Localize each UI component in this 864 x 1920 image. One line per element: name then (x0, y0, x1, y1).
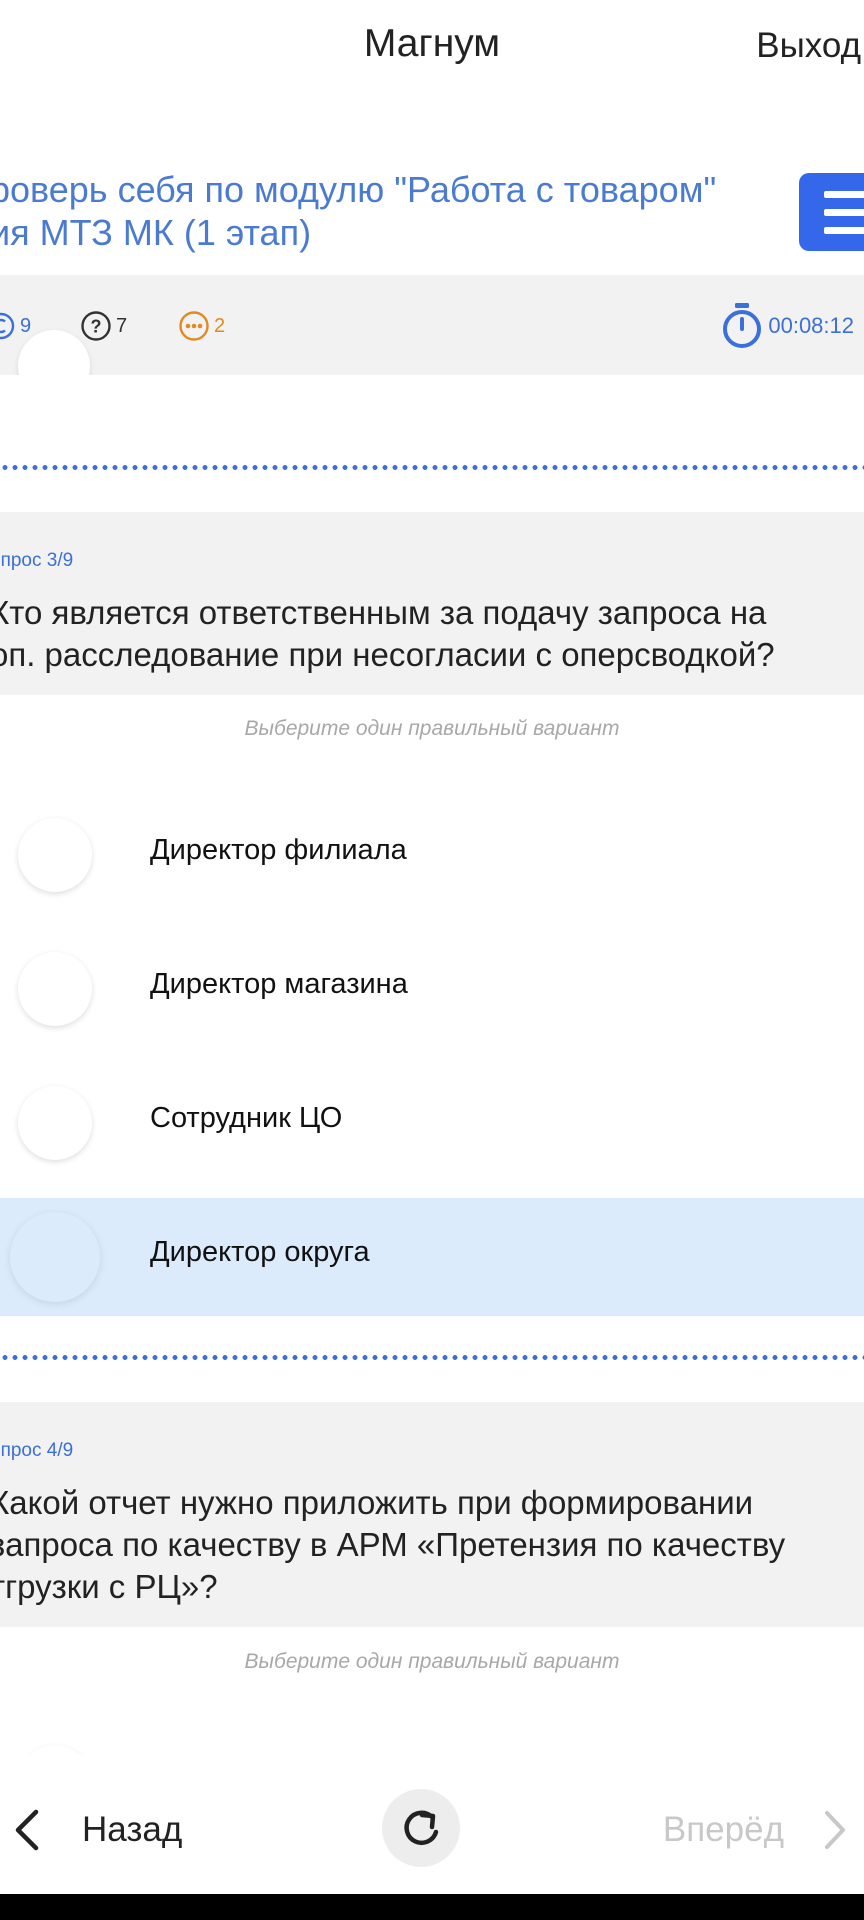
chevron-left-icon (15, 1809, 39, 1851)
chevron-right-icon (825, 1811, 845, 1849)
all-questions-count: 9 (20, 314, 32, 337)
timer: 00:08:12 (720, 303, 854, 349)
stat-all-questions[interactable]: 9 (0, 311, 31, 341)
menu-icon-bar (824, 227, 864, 234)
option-label: Директор округа (150, 1236, 370, 1268)
content-area (0, 375, 864, 465)
stat-skipped[interactable]: 2 (178, 311, 225, 341)
stats-bar: 9 ? 7 2 00:08:12 (0, 275, 864, 375)
all-questions-icon (0, 312, 15, 340)
option-label: Сотрудник ЦО (150, 1102, 343, 1134)
option-radio[interactable] (18, 952, 92, 1026)
unanswered-count: 7 (116, 314, 128, 337)
svg-text:?: ? (91, 317, 102, 337)
option-radio[interactable] (10, 1212, 100, 1302)
menu-icon-bar (824, 209, 864, 216)
answer-option[interactable]: Сотрудник ЦО (0, 1064, 864, 1182)
answer-option[interactable]: Директор филиала (0, 796, 864, 914)
refresh-button[interactable] (382, 1789, 460, 1867)
question-header: опрос 4/9 Какой отчет нужно приложить пр… (0, 1402, 864, 1627)
option-label: Директор магазина (150, 968, 408, 1000)
test-title-line-1: роверь себя по модулю "Работа с товаром" (0, 169, 717, 210)
question-number: опрос 3/9 (0, 550, 74, 571)
app-title: Магнум (363, 22, 501, 65)
question-mark-icon: ? (81, 311, 111, 341)
answer-option-selected[interactable]: Директор округа (0, 1198, 864, 1316)
question-header: опрос 3/9 Кто является ответственным за … (0, 512, 864, 695)
timer-value: 00:08:12 (768, 313, 854, 338)
option-label: Директор филиала (150, 834, 407, 866)
question-divider (0, 465, 864, 470)
back-label: Назад (82, 1810, 183, 1849)
answer-hint: Выберите один правильный вариант (244, 1650, 620, 1673)
question-number: опрос 4/9 (0, 1440, 74, 1461)
question-text-line: запроса по качеству в АРМ «Претензия по … (0, 1526, 786, 1563)
question-text: Какой отчет нужно приложить при формиров… (0, 1482, 864, 1608)
question-text-line: Кто является ответственным за подачу зап… (0, 594, 767, 631)
menu-button[interactable] (799, 173, 864, 251)
top-bar: Магнум Выход (0, 0, 864, 96)
system-navigation-bar (0, 1894, 864, 1920)
back-button[interactable]: Назад (12, 1807, 182, 1853)
skipped-count: 2 (214, 314, 226, 337)
menu-icon-bar (824, 191, 864, 198)
question-text: Кто является ответственным за подачу зап… (0, 592, 864, 676)
bottom-nav: Назад Вперёд (0, 1755, 864, 1895)
test-title: роверь себя по модулю "Работа с товаром"… (0, 168, 760, 254)
question-text-line: тгрузки с РЦ»? (0, 1568, 218, 1605)
stat-unanswered[interactable]: ? 7 (80, 311, 127, 341)
test-title-line-2: ия МТЗ МК (1 этап) (0, 212, 312, 253)
option-radio[interactable] (18, 1086, 92, 1160)
option-radio[interactable] (18, 818, 92, 892)
answer-option[interactable]: Директор магазина (0, 930, 864, 1048)
exit-button[interactable]: Выход (756, 26, 861, 66)
stopwatch-icon (723, 303, 762, 348)
question-divider (0, 1355, 864, 1360)
answer-hint: Выберите один правильный вариант (244, 717, 620, 740)
next-button[interactable]: Вперёд (663, 1807, 848, 1853)
refresh-icon (404, 1810, 439, 1846)
question-text-line: Какой отчет нужно приложить при формиров… (0, 1484, 754, 1521)
question-text-line: оп. расследование при несогласии с оперс… (0, 636, 775, 673)
next-label: Вперёд (662, 1810, 784, 1849)
ellipsis-icon (179, 311, 209, 341)
